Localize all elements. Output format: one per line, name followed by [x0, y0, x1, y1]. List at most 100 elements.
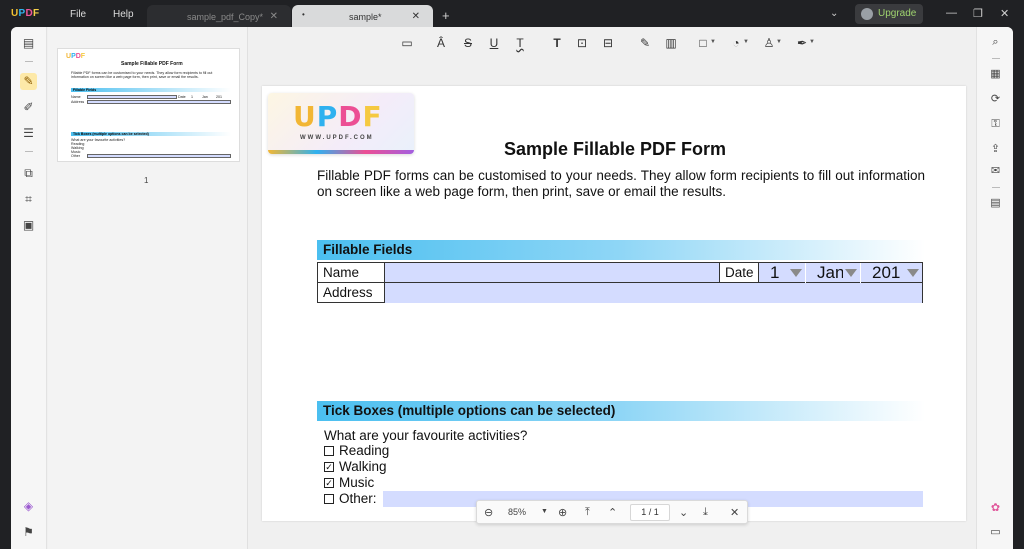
- text-comment-icon[interactable]: T: [549, 35, 565, 51]
- form-icon[interactable]: ☰: [20, 125, 37, 142]
- mini-text: 201: [216, 95, 222, 99]
- mini-title: Sample Fillable PDF Form: [121, 61, 183, 67]
- chevron-down-icon[interactable]: ▼: [743, 39, 749, 45]
- email-icon[interactable]: ✉: [987, 163, 1004, 180]
- page-separator: /: [648, 507, 652, 517]
- day-value: 1: [770, 263, 780, 282]
- checkbox-label: Other:: [339, 491, 377, 506]
- app-window: ▤ ✎ ✐ ☰ ⧉ ⌗ ▣ ◈ ⚑ UPDF Sample Fillable P…: [11, 27, 1013, 549]
- pencil-icon[interactable]: ✎: [637, 35, 653, 51]
- comments-panel-icon[interactable]: ▭: [987, 524, 1004, 541]
- restore-icon[interactable]: ❐: [973, 7, 983, 20]
- first-page-icon[interactable]: ⤒: [585, 506, 590, 519]
- mini-text: Name: [71, 95, 81, 99]
- menu-file[interactable]: File: [70, 9, 86, 20]
- tab-sample-pdf-copy[interactable]: sample_pdf_Copy* ✕: [147, 5, 291, 28]
- zoom-level[interactable]: 85%: [508, 507, 526, 517]
- date-fields: 1 Jan 201: [759, 263, 922, 283]
- shape-icon[interactable]: □: [695, 35, 711, 51]
- name-field[interactable]: [385, 263, 720, 283]
- stamp-icon[interactable]: ♙: [761, 35, 777, 51]
- chevron-down-icon: [845, 269, 857, 277]
- page-navigation-bar: ⊖ 85% ▼ ⊕ ⤒ ⌃ 1 / 1 ⌄ ⤓ ✕: [476, 500, 748, 524]
- mini-logo: UPDF: [66, 53, 86, 60]
- signature-icon[interactable]: ✒: [794, 35, 810, 51]
- next-page-icon[interactable]: ⌄: [679, 506, 688, 519]
- new-tab-button[interactable]: +: [442, 8, 450, 23]
- address-field[interactable]: [385, 283, 922, 303]
- current-page: 1: [641, 507, 647, 517]
- mini-text: Address: [71, 100, 85, 104]
- zoom-in-icon[interactable]: ⊕: [558, 506, 567, 519]
- save-icon[interactable]: ▤: [987, 195, 1004, 212]
- previous-page-icon[interactable]: ⌃: [608, 506, 617, 519]
- month-dropdown[interactable]: Jan: [805, 263, 860, 283]
- ocr-icon[interactable]: ▦: [987, 66, 1004, 83]
- edit-pdf-icon[interactable]: ✐: [20, 99, 37, 116]
- reader-icon[interactable]: ▤: [20, 35, 37, 52]
- menu-help[interactable]: Help: [113, 9, 134, 20]
- checkbox-walking[interactable]: ✓: [324, 462, 334, 472]
- divider: [25, 151, 33, 152]
- mini-section-head: Fillable Fields: [71, 88, 231, 92]
- checkbox-label: Music: [339, 475, 375, 490]
- year-dropdown[interactable]: 201: [860, 263, 922, 283]
- sticker-icon[interactable]: ◔: [728, 35, 744, 51]
- mini-text: information on screen like a web page fo…: [71, 75, 199, 79]
- thumbnail-page-number: 1: [144, 176, 149, 185]
- sticky-note-icon[interactable]: ▭: [399, 35, 415, 51]
- chevron-down-icon[interactable]: ▼: [809, 39, 815, 45]
- ai-assistant-icon[interactable]: ✿: [987, 500, 1004, 517]
- mini-text: Other: [71, 154, 80, 158]
- share-icon[interactable]: ⇪: [987, 141, 1004, 158]
- close-icon[interactable]: ✕: [1000, 7, 1009, 20]
- close-icon[interactable]: ✕: [730, 506, 739, 519]
- layers-icon[interactable]: ◈: [20, 498, 37, 515]
- zoom-out-icon[interactable]: ⊖: [484, 506, 493, 519]
- divider: [25, 61, 33, 62]
- strikethrough-icon[interactable]: S: [460, 35, 476, 51]
- right-toolbar: ⌕ ▦ ⟳ ⚿ ⇪ ✉ ▤ ✿ ▭: [976, 27, 1013, 549]
- mini-text: Date: [178, 95, 186, 99]
- text-callout-icon[interactable]: ⊟: [600, 35, 616, 51]
- bookmark-icon[interactable]: ⚑: [20, 524, 37, 541]
- month-value: Jan: [817, 263, 843, 282]
- checkbox-reading[interactable]: [324, 446, 334, 456]
- squiggly-icon[interactable]: T: [512, 35, 528, 51]
- search-icon[interactable]: ⌕: [987, 34, 1004, 51]
- logo-url: WWW.UPDF.COM: [300, 135, 374, 141]
- year-value: 201: [872, 263, 901, 282]
- redact-icon[interactable]: ▣: [20, 217, 37, 234]
- convert-icon[interactable]: ⟳: [987, 91, 1004, 108]
- crop-icon[interactable]: ⌗: [20, 191, 37, 208]
- close-tab-icon[interactable]: ✕: [270, 11, 278, 22]
- minimize-icon[interactable]: —: [946, 7, 957, 19]
- page-title: Sample Fillable PDF Form: [504, 139, 727, 159]
- eraser-icon[interactable]: ▥: [663, 35, 679, 51]
- upgrade-button[interactable]: Upgrade: [855, 4, 923, 24]
- underline-icon[interactable]: U: [486, 35, 502, 51]
- close-tab-icon[interactable]: ✕: [412, 11, 420, 22]
- text-box-icon[interactable]: ⊡: [574, 35, 590, 51]
- mini-field: [87, 154, 231, 158]
- divider: [992, 58, 1000, 59]
- chevron-down-icon[interactable]: ▼: [776, 39, 782, 45]
- tab-label: sample_pdf_Copy*: [187, 12, 264, 22]
- day-dropdown[interactable]: 1: [759, 263, 805, 283]
- page-number-input[interactable]: 1 / 1: [630, 504, 670, 521]
- divider: [992, 187, 1000, 188]
- highlight-icon[interactable]: Â: [433, 35, 449, 51]
- chevron-down-icon[interactable]: ▼: [710, 39, 716, 45]
- last-page-icon[interactable]: ⤓: [703, 506, 708, 519]
- protect-icon[interactable]: ⚿: [987, 116, 1004, 133]
- checkbox-other[interactable]: [324, 494, 334, 504]
- chevron-down-icon[interactable]: ▼: [541, 508, 548, 515]
- page-thumbnail[interactable]: UPDF Sample Fillable PDF Form Fillable P…: [57, 48, 240, 162]
- comment-tool-icon[interactable]: ✎: [20, 73, 37, 90]
- tab-sample[interactable]: • sample* ✕: [292, 5, 433, 28]
- organize-pages-icon[interactable]: ⧉: [20, 165, 37, 182]
- checkbox-music[interactable]: ✓: [324, 478, 334, 488]
- section-header-tick-boxes: Tick Boxes (multiple options can be sele…: [317, 401, 925, 421]
- chevron-down-icon[interactable]: ⌄: [830, 8, 838, 19]
- tab-label: sample*: [349, 12, 382, 22]
